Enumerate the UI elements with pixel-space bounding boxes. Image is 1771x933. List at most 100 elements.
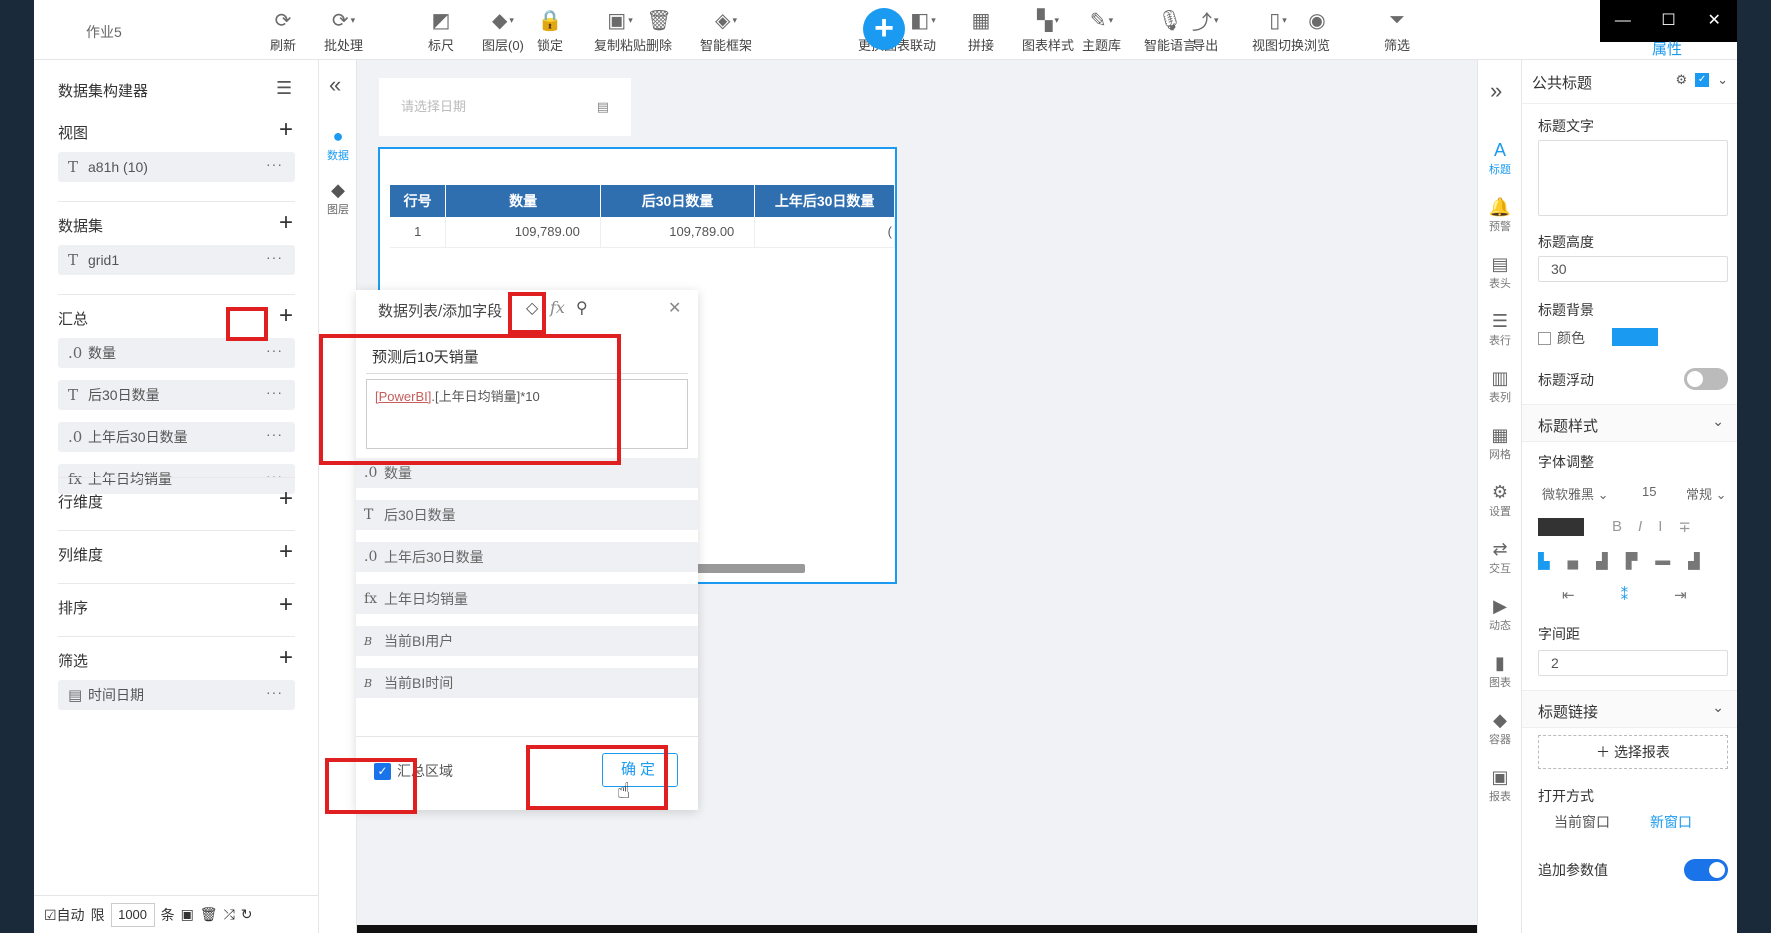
ruler-button[interactable]: ◩ 标尺 [428, 6, 454, 54]
field-item[interactable]: ▤ 时间日期 ··· [58, 680, 295, 710]
title-height-input[interactable]: 30 [1538, 256, 1728, 282]
indent-right-icon[interactable]: ⇥ [1674, 586, 1687, 604]
confirm-button[interactable]: 确定 [602, 753, 678, 787]
field-item[interactable]: fx 上年日均销量 ··· [58, 464, 295, 494]
more-icon[interactable]: ··· [266, 384, 283, 400]
append-param-toggle[interactable] [1684, 859, 1728, 881]
field-item[interactable]: Tgrid1 ··· [58, 245, 295, 275]
theme-button[interactable]: ✎ ▾ 主题库 [1082, 6, 1121, 54]
font-size-select[interactable]: 15 [1642, 484, 1656, 499]
letter-spacing-input[interactable]: 2 [1538, 650, 1728, 676]
bold-icon[interactable]: B [1612, 518, 1622, 536]
title-float-toggle[interactable] [1684, 368, 1728, 390]
strikethrough-icon[interactable]: ∓ [1678, 518, 1691, 536]
indent-center-icon[interactable]: ⁑ [1621, 586, 1629, 604]
chart-style-button[interactable]: ▚ ▾ 图表样式 [1022, 6, 1074, 54]
col-header[interactable]: 行号 [390, 185, 447, 217]
title-link-section[interactable]: 标题链接 ⌄ [1522, 690, 1737, 728]
font-family-select[interactable]: 微软雅黑 ⌄ [1542, 484, 1609, 503]
more-icon[interactable]: ··· [266, 249, 283, 265]
layer-button[interactable]: ◆ ▾ 图层(0) [482, 6, 524, 54]
shuffle-icon[interactable]: ⤮ [224, 906, 235, 923]
col-header[interactable]: 数量 [445, 185, 601, 217]
align-bottom-left-icon[interactable]: ▙ [1538, 552, 1550, 570]
splice-button[interactable]: ▦ 拼接 [968, 6, 994, 54]
filter-button[interactable]: ⏷ 筛选 [1384, 6, 1410, 54]
property-category-11[interactable]: ▣ 报表 [1478, 767, 1522, 804]
copy-paste-button[interactable]: ▣ ▾ 复制粘贴 [594, 6, 646, 54]
align-middle-icon[interactable]: ▬ [1655, 552, 1670, 570]
list-item[interactable]: B 当前BI时间 [356, 668, 698, 698]
maximize-button[interactable]: ☐ [1646, 0, 1692, 42]
tag-icon[interactable]: ◇ [526, 298, 538, 318]
list-item[interactable]: T 后30日数量 [356, 500, 698, 530]
indent-left-icon[interactable]: ⇤ [1562, 586, 1575, 604]
auto-checkbox[interactable]: ☑自动 [44, 905, 85, 925]
nav-layer[interactable]: ◆ 图层 [319, 180, 357, 217]
add-icon[interactable]: + [274, 487, 298, 511]
align-bottom-center-icon[interactable]: ▄ [1568, 552, 1579, 570]
search-icon[interactable]: ⚲ [576, 298, 588, 318]
collapse-left-icon[interactable]: « [329, 72, 341, 98]
reload-icon[interactable]: ↻ [241, 906, 253, 923]
more-icon[interactable]: ··· [266, 684, 283, 700]
property-category-9[interactable]: ▮ 图表 [1478, 653, 1522, 690]
title-style-section[interactable]: 标题样式 ⌄ [1522, 404, 1737, 442]
add-component-button[interactable]: + [863, 8, 905, 50]
summary-area-checkbox[interactable]: ✓ 汇总区域 [374, 761, 453, 781]
field-item[interactable]: T 后30日数量 ··· [58, 380, 295, 410]
gear-icon[interactable]: ⚙ [1675, 72, 1687, 88]
expand-right-icon[interactable]: » [1490, 78, 1502, 104]
field-item[interactable]: .0 上年后30日数量 ··· [58, 422, 295, 452]
browse-button[interactable]: ◉ 浏览 [1304, 6, 1330, 54]
panel-menu-icon[interactable]: ☰ [276, 78, 292, 99]
open-current-window[interactable]: 当前窗口 [1554, 812, 1610, 832]
smart-frame-button[interactable]: ◈ ▾ 智能框架 [700, 6, 752, 54]
attributes-tab[interactable]: 属性 [1652, 38, 1682, 59]
minimize-button[interactable]: — [1600, 0, 1646, 42]
align-bottom-right-icon[interactable]: ▟ [1596, 552, 1608, 570]
link-button[interactable]: ◧ ▾ 联动 [910, 6, 936, 54]
list-item[interactable]: .0 上年后30日数量 [356, 542, 698, 572]
add-icon[interactable]: + [274, 593, 298, 617]
add-icon[interactable]: + [274, 304, 298, 328]
add-icon[interactable]: + [274, 646, 298, 670]
more-icon[interactable]: ··· [266, 156, 283, 172]
list-item[interactable]: B 当前BI用户 [356, 626, 698, 656]
code-icon[interactable]: ▣ [181, 906, 194, 923]
field-item[interactable]: Ta81h (10) ··· [58, 152, 295, 182]
font-weight-select[interactable]: 常规 ⌄ [1686, 484, 1727, 503]
view-switch-button[interactable]: ▯ ▾ 视图切换 [1252, 6, 1304, 54]
list-item[interactable]: .0 数量 [356, 458, 698, 488]
more-icon[interactable]: ··· [266, 468, 283, 484]
property-category-6[interactable]: ⚙ 设置 [1478, 482, 1522, 519]
chevron-down-icon[interactable]: ⌄ [1717, 72, 1728, 88]
bg-color-swatch[interactable] [1612, 328, 1658, 346]
close-button[interactable]: ✕ [1691, 0, 1737, 42]
open-new-window[interactable]: 新窗口 [1650, 812, 1692, 832]
property-category-2[interactable]: ▤ 表头 [1478, 254, 1522, 291]
date-input[interactable]: 请选择日期 ▤ [391, 92, 619, 122]
fx-icon[interactable]: fx [550, 298, 565, 317]
add-icon[interactable]: + [274, 118, 298, 142]
close-icon[interactable]: ✕ [668, 298, 681, 318]
font-color-swatch[interactable] [1538, 518, 1584, 536]
property-category-10[interactable]: ◆ 容器 [1478, 710, 1522, 747]
title-text-input[interactable] [1538, 140, 1728, 216]
col-header[interactable]: 上年后30日数量 [754, 185, 895, 217]
field-item[interactable]: .0 数量 ··· [58, 338, 295, 368]
export-button[interactable]: ⤴ ▾ 导出 [1192, 6, 1219, 54]
list-item[interactable]: fx 上年日均销量 [356, 584, 698, 614]
refresh-button[interactable]: ⟳ 刷新 [270, 6, 296, 54]
expression-editor[interactable]: [PowerBI].[上年日均销量]*10 [366, 379, 688, 449]
select-report-button[interactable]: ＋ 选择报表 [1538, 735, 1728, 769]
property-category-5[interactable]: ▦ 网格 [1478, 425, 1522, 462]
add-icon[interactable]: + [274, 540, 298, 564]
delete-button[interactable]: 🗑 删除 [646, 6, 672, 54]
bg-color-checkbox[interactable]: 颜色 [1538, 328, 1585, 348]
property-category-8[interactable]: ▶ 动态 [1478, 596, 1522, 633]
more-icon[interactable]: ··· [266, 342, 283, 358]
enable-checkbox[interactable]: ✓ [1695, 73, 1710, 87]
trash-icon[interactable]: 🗑 [200, 906, 218, 923]
property-category-3[interactable]: ☰ 表行 [1478, 311, 1522, 348]
